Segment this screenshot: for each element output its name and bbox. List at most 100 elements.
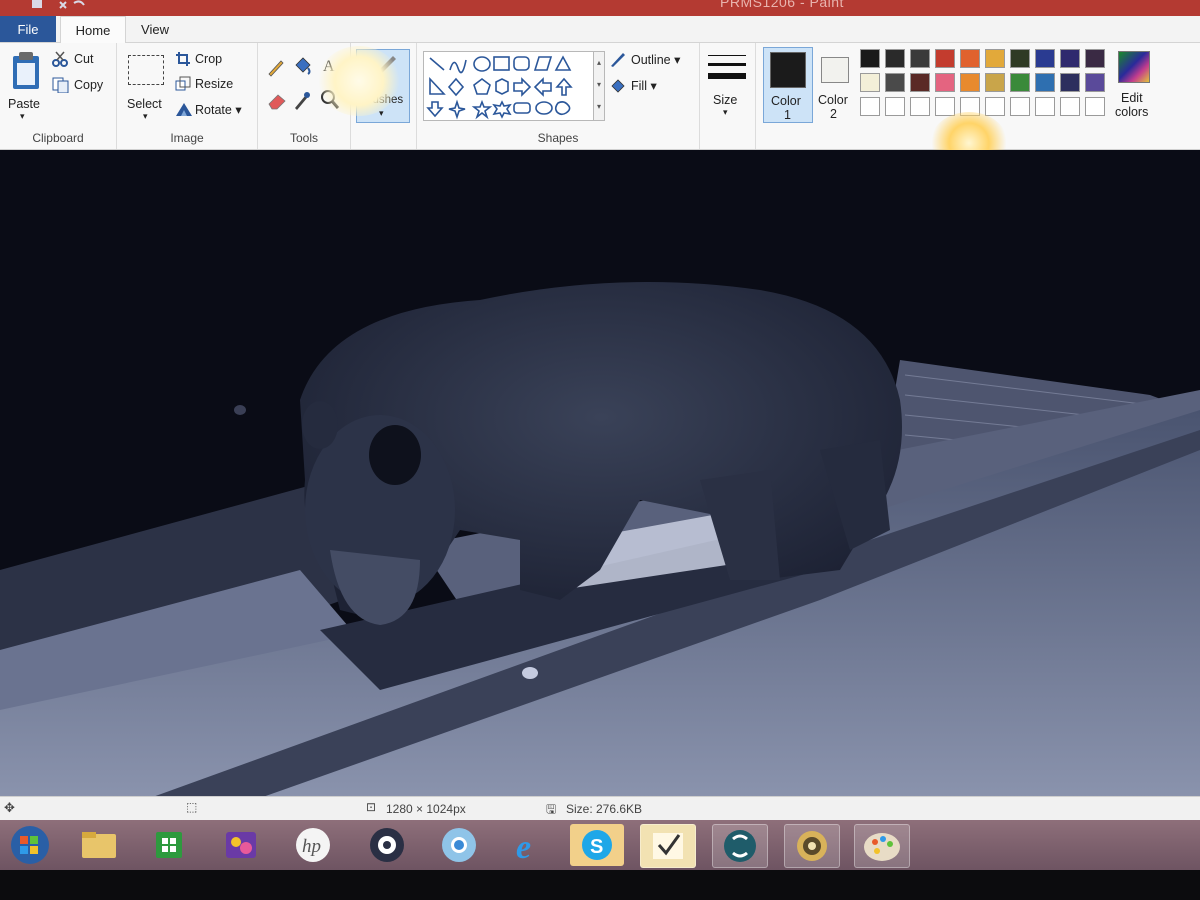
- paste-button[interactable]: Paste ▾: [4, 49, 46, 121]
- palette-swatch[interactable]: [885, 73, 905, 92]
- crop-icon: [176, 52, 190, 66]
- taskbar-hp[interactable]: hp: [286, 824, 340, 866]
- taskbar-camera-app[interactable]: [360, 824, 414, 866]
- select-label: Select: [127, 97, 162, 111]
- selection-rect-icon: [128, 55, 164, 85]
- palette-swatch[interactable]: [885, 97, 905, 116]
- tab-view[interactable]: View: [130, 16, 180, 42]
- palette-swatch[interactable]: [935, 49, 955, 68]
- palette-swatch[interactable]: [985, 97, 1005, 116]
- taskbar-sync-app[interactable]: [712, 824, 768, 868]
- rotate-label: Rotate ▾: [195, 103, 242, 117]
- palette-swatch[interactable]: [1085, 49, 1105, 68]
- color-wheel-icon: [1118, 51, 1150, 83]
- taskbar-file-explorer[interactable]: [72, 824, 126, 866]
- outline-icon: [611, 53, 625, 67]
- taskbar-skype[interactable]: S: [570, 824, 624, 866]
- cut-button[interactable]: Cut: [52, 51, 112, 69]
- taskbar-store[interactable]: [142, 824, 196, 866]
- rotate-button[interactable]: Rotate ▾: [175, 101, 251, 119]
- svg-text:hp: hp: [302, 836, 321, 857]
- taskbar-gold-app[interactable]: [784, 824, 840, 868]
- tools-group-label: Tools: [289, 131, 318, 145]
- fill-bucket-icon[interactable]: [292, 55, 314, 77]
- folder-icon: [82, 832, 116, 858]
- palette-swatch[interactable]: [910, 97, 930, 116]
- outline-button[interactable]: Outline ▾: [609, 51, 695, 69]
- fill-label: Fill ▾: [631, 79, 657, 93]
- palette-swatch[interactable]: [1035, 97, 1055, 116]
- start-button[interactable]: [4, 824, 56, 866]
- color1-button[interactable]: Color 1: [763, 47, 813, 123]
- tab-file[interactable]: File: [0, 16, 56, 42]
- palette-swatch[interactable]: [860, 97, 880, 116]
- palette-swatch[interactable]: [1060, 73, 1080, 92]
- color2-label: Color: [818, 93, 848, 107]
- resize-icon: [175, 76, 191, 91]
- color2-button[interactable]: Color 2: [813, 47, 857, 121]
- cut-label: Cut: [74, 52, 94, 66]
- paste-label: Paste: [8, 97, 40, 111]
- skype-icon: S: [582, 830, 612, 860]
- edit-colors-button[interactable]: Edit colors: [1112, 47, 1156, 121]
- shapes-group-label: Shapes: [537, 131, 579, 145]
- checkmark-icon: [653, 833, 683, 859]
- palette-swatch[interactable]: [1060, 49, 1080, 68]
- image-group: Select ▾ Crop Resize Rotate ▾ Image: [117, 43, 258, 149]
- paint-palette-icon: [864, 833, 900, 861]
- palette-swatch[interactable]: [860, 73, 880, 92]
- taskbar-photo-app[interactable]: [214, 824, 268, 866]
- paint-canvas[interactable]: [0, 150, 1200, 798]
- eraser-icon[interactable]: [266, 91, 288, 111]
- palette-swatch[interactable]: [1085, 97, 1105, 116]
- clipboard-icon: [13, 52, 39, 89]
- palette-swatch[interactable]: [910, 49, 930, 68]
- palette-swatch[interactable]: [860, 49, 880, 68]
- palette-swatch[interactable]: [960, 73, 980, 92]
- chrome-icon: [442, 828, 476, 862]
- palette-swatch[interactable]: [935, 73, 955, 92]
- palette-swatch[interactable]: [1085, 73, 1105, 92]
- palette-swatch[interactable]: [1010, 49, 1030, 68]
- shapes-group: ▴ ▾ ▾ Outline ▾ Fill ▾ Shapes: [416, 43, 700, 149]
- palette-swatch[interactable]: [985, 49, 1005, 68]
- palette-swatch[interactable]: [1060, 97, 1080, 116]
- color-picker-icon[interactable]: [292, 89, 312, 111]
- shapes-gallery[interactable]: [423, 51, 595, 121]
- move-cursor-icon: ✥: [4, 800, 15, 815]
- size-button[interactable]: Size ▾: [705, 49, 749, 121]
- taskbar-checkmark-app[interactable]: [640, 824, 696, 868]
- copy-button[interactable]: Copy: [52, 77, 112, 95]
- select-button[interactable]: Select ▾: [123, 49, 169, 121]
- palette-swatch[interactable]: [1035, 49, 1055, 68]
- fill-button[interactable]: Fill ▾: [609, 77, 695, 95]
- image-group-label: Image: [170, 131, 204, 145]
- crop-button[interactable]: Crop: [175, 51, 251, 69]
- canvas-dimensions: 1280 × 1024px: [386, 802, 466, 816]
- size-group: Size ▾: [699, 43, 756, 149]
- size-dropdown-icon: ▾: [723, 107, 728, 117]
- quick-access-icons[interactable]: [30, 0, 90, 14]
- resize-button[interactable]: Resize: [175, 76, 251, 94]
- size-label: Size: [713, 93, 738, 107]
- palette-swatch[interactable]: [1035, 73, 1055, 92]
- taskbar-chrome[interactable]: [432, 824, 486, 866]
- taskbar-paint[interactable]: [854, 824, 910, 868]
- select-dropdown-icon: ▾: [143, 111, 148, 121]
- palette-swatch[interactable]: [885, 49, 905, 68]
- pencil-icon[interactable]: [266, 57, 286, 77]
- palette-swatch[interactable]: [1010, 73, 1030, 92]
- size-line-thick: [708, 73, 746, 79]
- palette-swatch[interactable]: [960, 49, 980, 68]
- taskbar-internet-explorer[interactable]: e: [504, 824, 558, 866]
- size-line-thin: [708, 55, 746, 56]
- color-palette: [860, 49, 1110, 121]
- palette-swatch[interactable]: [1010, 97, 1030, 116]
- palette-swatch[interactable]: [910, 73, 930, 92]
- windows-taskbar: hp e S: [0, 820, 1200, 870]
- palette-swatch[interactable]: [985, 73, 1005, 92]
- shapes-scroll[interactable]: ▴ ▾ ▾: [593, 51, 605, 121]
- palette-swatch[interactable]: [935, 97, 955, 116]
- tab-home[interactable]: Home: [60, 16, 126, 44]
- canvas-dimensions-icon: ⊡: [366, 800, 377, 814]
